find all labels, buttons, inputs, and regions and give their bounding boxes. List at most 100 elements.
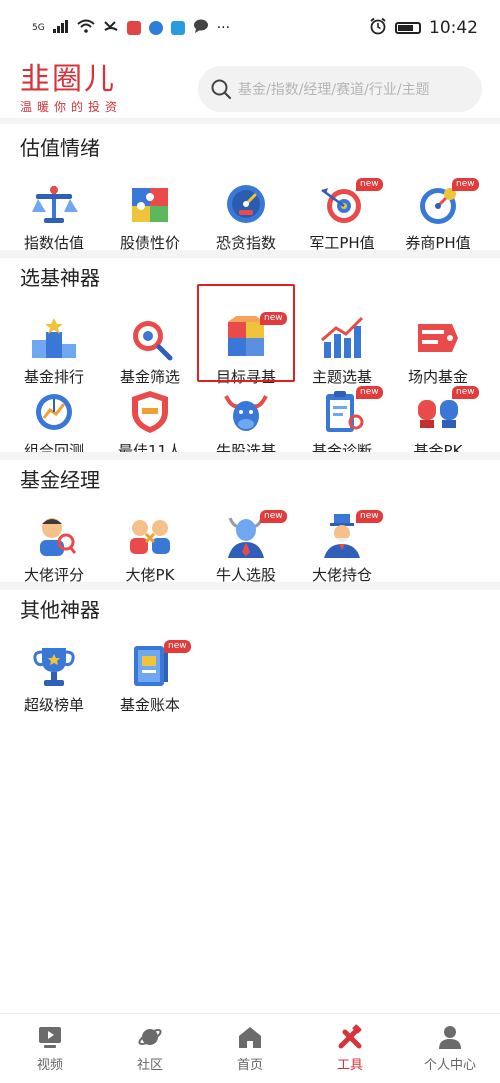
tool-row: 超级榜单 new 基金账本 [0, 640, 500, 714]
tool-row: 大佬评分 大佬PK new 牛人选股 new 大佬持仓 [0, 510, 500, 584]
more-dots-icon: ··· [216, 20, 231, 36]
new-badge: new [452, 178, 479, 191]
tool-label: 目标寻基 [215, 368, 276, 386]
tool-portfolio-backtest[interactable]: 组合回测 [6, 386, 102, 460]
tool-row: 组合回测 最佳11人 牛股选基 new 基金诊断 new 基金PK [0, 386, 500, 460]
gauge-icon [222, 180, 270, 228]
tool-label: 基金筛选 [119, 368, 180, 386]
bar-chart-icon [318, 314, 366, 362]
nav-label: 视频 [36, 1058, 63, 1073]
logo: 韭圈儿 温暖你的投资 [20, 61, 190, 115]
tool-row: 基金排行 基金筛选 new 目标寻基 主题选基 场内基金 [0, 312, 500, 386]
search-bar[interactable]: 基金/指数/经理/赛道/行业/主题 [198, 66, 482, 112]
app-header: 韭圈儿 温暖你的投资 基金/指数/经理/赛道/行业/主题 [0, 56, 500, 122]
app-browser-icon [148, 21, 163, 35]
section-divider [0, 452, 500, 460]
tool-stock-bond-ratio[interactable]: 股债性价 [102, 178, 198, 252]
battery-icon [395, 22, 421, 34]
bottom-nav: 视频 社区 首页 工具 个人中心 [0, 1013, 500, 1083]
section-fund-picker: 选基神器 基金排行 基金筛选 new 目标寻基 主题选基 场内基金 组合回测 最… [0, 258, 500, 460]
new-badge: new [356, 178, 383, 191]
section-divider [0, 250, 500, 258]
scale-icon [30, 180, 78, 228]
wifi-icon [77, 19, 95, 37]
tool-fund-ranking[interactable]: 基金排行 [6, 312, 102, 386]
new-badge: new [164, 640, 191, 653]
tool-broker-ph[interactable]: new 券商PH值 [390, 178, 486, 252]
section-fund-managers: 基金经理 大佬评分 大佬PK new 牛人选股 new 大佬持仓 [0, 460, 500, 584]
tool-manager-holdings[interactable]: new 大佬持仓 [294, 510, 390, 584]
user-icon [437, 1024, 463, 1050]
chat-icon [193, 19, 209, 37]
section-valuation: 估值情绪 指数估值 股债性价 恐贪指数 new 军工PH值 new 券商PH值 [0, 128, 500, 252]
signal-icon [52, 19, 69, 37]
tool-fear-greed-index[interactable]: 恐贪指数 [198, 178, 294, 252]
tool-label: 主题选基 [311, 368, 372, 386]
video-icon [37, 1024, 63, 1050]
nav-label: 社区 [136, 1058, 163, 1073]
missed-call-icon [103, 19, 119, 37]
tool-index-valuation[interactable]: 指数估值 [6, 178, 102, 252]
tool-fund-filter[interactable]: 基金筛选 [102, 312, 198, 386]
nav-tools[interactable]: 工具 [300, 1014, 400, 1083]
status-bar: 5G ··· 10:42 [0, 0, 500, 56]
alarm-icon [369, 17, 387, 39]
tool-bull-stock-fund[interactable]: 牛股选基 [198, 386, 294, 460]
section-title: 基金经理 [20, 468, 100, 492]
fighters-icon [126, 512, 174, 560]
section-title: 其他神器 [20, 598, 100, 622]
reviewer-icon [30, 512, 78, 560]
new-badge: new [260, 312, 287, 325]
tool-fund-ledger[interactable]: new 基金账本 [102, 640, 198, 714]
planet-icon [137, 1024, 163, 1050]
new-badge: new [356, 386, 383, 399]
bull-icon [222, 388, 270, 436]
logo-subtitle: 温暖你的投资 [20, 99, 123, 114]
new-badge: new [356, 510, 383, 523]
shield-icon [126, 388, 174, 436]
section-title: 选基神器 [20, 266, 100, 290]
tool-fund-pk[interactable]: new 基金PK [390, 386, 486, 460]
tool-exchange-funds[interactable]: 场内基金 [390, 312, 486, 386]
section-other-tools: 其他神器 超级榜单 new 基金账本 [0, 590, 500, 714]
tool-theme-fund-picker[interactable]: 主题选基 [294, 312, 390, 386]
discount-tag-icon [414, 314, 462, 362]
nav-community[interactable]: 社区 [100, 1014, 200, 1083]
nav-label: 个人中心 [423, 1058, 476, 1073]
app-send-icon [170, 21, 185, 35]
tool-manager-pk[interactable]: 大佬PK [102, 510, 198, 584]
new-badge: new [452, 386, 479, 399]
status-right: 10:42 [369, 17, 478, 39]
tool-row: 指数估值 股债性价 恐贪指数 new 军工PH值 new 券商PH值 [0, 178, 500, 252]
status-left: 5G ··· [32, 19, 230, 37]
section-divider [0, 582, 500, 590]
tool-label: 基金账本 [119, 696, 180, 714]
app-red-icon [126, 21, 141, 35]
search-placeholder: 基金/指数/经理/赛道/行业/主题 [238, 82, 430, 98]
tool-label: 基金排行 [23, 368, 84, 386]
nav-profile[interactable]: 个人中心 [400, 1014, 500, 1083]
tool-label: 超级榜单 [23, 696, 84, 714]
puzzle-icon [126, 180, 174, 228]
tool-best-eleven[interactable]: 最佳11人 [102, 386, 198, 460]
search-icon [210, 78, 232, 100]
magnifier-target-icon [126, 314, 174, 362]
tool-manager-rating[interactable]: 大佬评分 [6, 510, 102, 584]
home-icon [237, 1024, 263, 1050]
tool-expert-stock-picks[interactable]: new 牛人选股 [198, 510, 294, 584]
podium-icon [30, 314, 78, 362]
section-title: 估值情绪 [20, 136, 100, 160]
status-time: 10:42 [429, 18, 478, 38]
clock-chart-icon [30, 388, 78, 436]
nav-video[interactable]: 视频 [0, 1014, 100, 1083]
tool-fund-diagnosis[interactable]: new 基金诊断 [294, 386, 390, 460]
nav-label: 工具 [336, 1058, 363, 1073]
logo-title: 韭圈儿 [20, 61, 116, 97]
tool-military-ph[interactable]: new 军工PH值 [294, 178, 390, 252]
tool-super-ranking[interactable]: 超级榜单 [6, 640, 102, 714]
tool-label: 场内基金 [407, 368, 468, 386]
tools-icon [337, 1024, 363, 1050]
nav-label: 首页 [236, 1058, 263, 1073]
nav-home[interactable]: 首页 [200, 1014, 300, 1083]
tool-goal-fund-search[interactable]: new 目标寻基 [198, 312, 294, 386]
